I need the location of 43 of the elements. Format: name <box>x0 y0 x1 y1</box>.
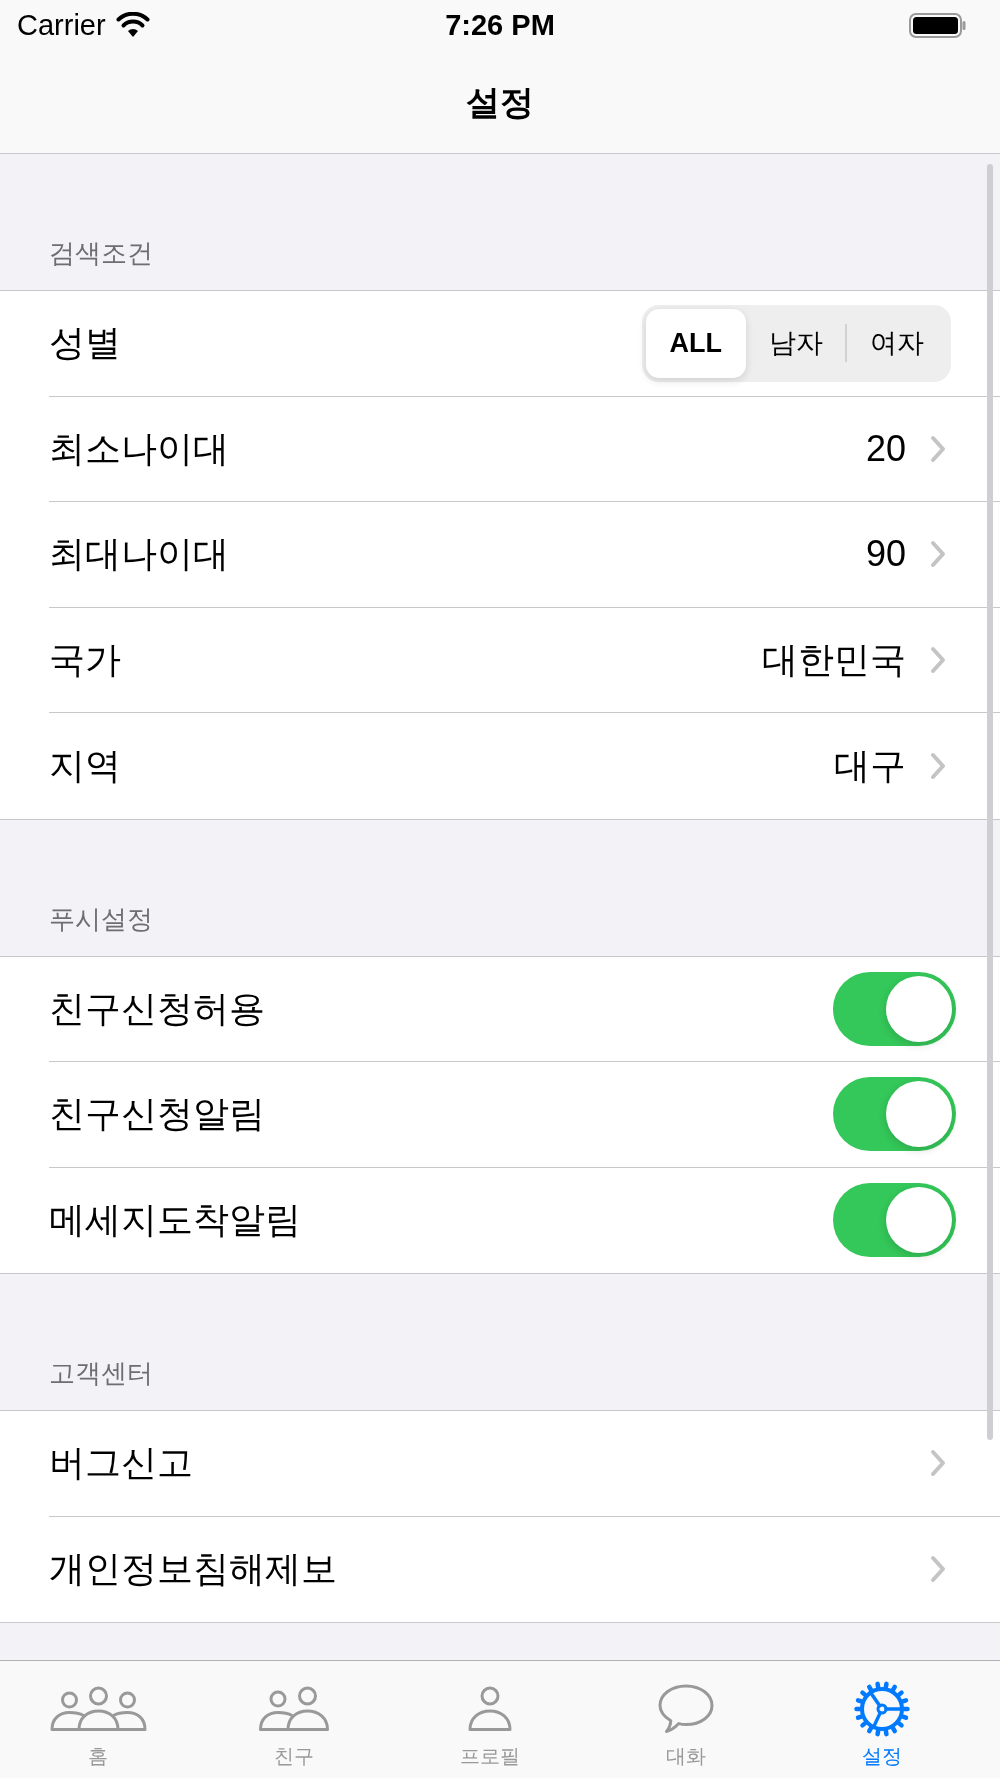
person-icon <box>467 1686 513 1732</box>
section-header: 검색조건 <box>49 238 153 268</box>
setting-label: 친구신청허용 <box>49 986 265 1031</box>
settings-row[interactable]: 지역 대구 <box>0 713 1000 819</box>
setting-value: 대한민국 <box>762 637 906 682</box>
setting-label: 개인정보침해제보 <box>49 1547 337 1592</box>
segment-button[interactable]: 남자 <box>745 308 846 378</box>
three-people-icon <box>49 1686 147 1732</box>
two-people-icon <box>258 1686 330 1732</box>
setting-label: 버그신고 <box>49 1441 193 1486</box>
setting-label: 국가 <box>49 637 121 682</box>
chevron-icon <box>930 540 946 569</box>
segment-button[interactable]: ALL <box>646 308 746 378</box>
chevron-icon <box>930 751 946 780</box>
settings-row[interactable]: 최소나이대 20 <box>0 396 1000 502</box>
settings-row[interactable]: 버그신고 <box>0 1411 1000 1517</box>
setting-label: 메세지도착알림 <box>49 1198 301 1243</box>
setting-value: 20 <box>865 426 906 471</box>
chevron-icon <box>930 434 946 463</box>
section-header: 고객센터 <box>49 1358 153 1388</box>
navigation-title: 설정 <box>466 81 534 122</box>
setting-label: 친구신청알림 <box>49 1092 265 1137</box>
section-header: 푸시설정 <box>49 903 153 934</box>
settings-icon <box>853 1680 911 1738</box>
battery-icon <box>909 12 966 38</box>
chevron-icon <box>930 645 946 674</box>
setting-label: 최대나이대 <box>49 532 229 577</box>
setting-value: 90 <box>865 532 906 577</box>
settings-row[interactable]: 국가 대한민국 <box>0 607 1000 713</box>
settings-row[interactable]: 개인정보침해제보 <box>0 1516 1000 1622</box>
carrier-name: Carrier <box>17 8 106 42</box>
chevron-icon <box>930 1449 946 1478</box>
chevron-icon <box>930 1555 946 1584</box>
wifi-icon <box>115 12 150 38</box>
speech-bubble-icon <box>657 1683 715 1735</box>
settings-row[interactable]: 최대나이대 90 <box>0 502 1000 608</box>
setting-label: 최소나이대 <box>49 426 229 471</box>
segment-button[interactable]: 여자 <box>847 308 947 378</box>
setting-label: 지역 <box>49 743 121 788</box>
setting-value: 대구 <box>834 743 906 788</box>
tab-item[interactable]: 설정 <box>784 1679 980 1771</box>
setting-label: 성별 <box>49 321 121 366</box>
status-time: 7:26 PM <box>445 8 555 42</box>
